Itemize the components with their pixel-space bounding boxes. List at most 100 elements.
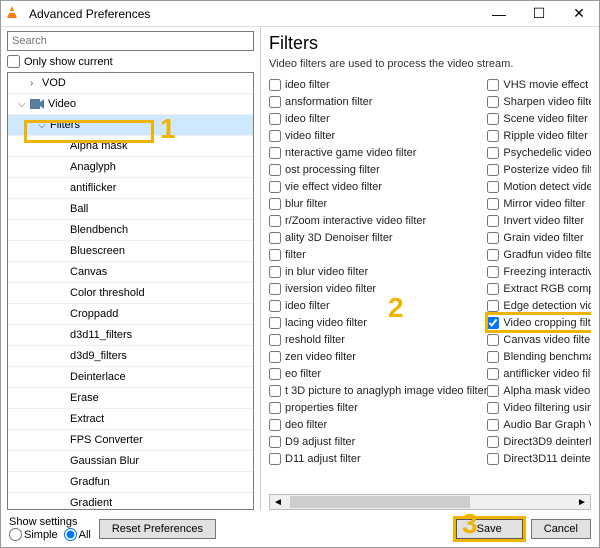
filter-checkbox-row[interactable]: blur filter [269,195,487,212]
filter-checkbox-row[interactable]: ideo filter [269,76,487,93]
filter-checkbox[interactable] [487,181,499,193]
filter-checkbox[interactable] [269,300,281,312]
tree-item-vod[interactable]: ›VOD [8,73,253,94]
filter-checkbox-row[interactable]: filter [269,246,487,263]
reset-preferences-button[interactable]: Reset Preferences [99,519,216,539]
filter-checkbox-row[interactable]: Gradfun video filter [487,246,591,263]
filter-checkbox[interactable] [487,300,499,312]
filter-checkbox[interactable] [269,232,281,244]
filter-checkbox-row[interactable]: antiflicker video filter [487,365,591,382]
tree-item-deinterlace[interactable]: Deinterlace [8,367,253,388]
filter-checkbox[interactable] [487,198,499,210]
filter-checkbox-row[interactable]: eo filter [269,365,487,382]
tree-item-croppadd[interactable]: Croppadd [8,304,253,325]
filter-checkbox-row[interactable]: lacing video filter [269,314,487,331]
filter-checkbox[interactable] [487,368,499,380]
filter-checkbox-row[interactable]: Video cropping filter [487,314,591,331]
only-show-current[interactable]: Only show current [7,55,254,68]
radio-simple[interactable]: Simple [9,528,58,541]
filter-checkbox-row[interactable]: Extract RGB component video filter [487,280,591,297]
tree-item-antiflicker[interactable]: antiflicker [8,178,253,199]
filter-checkbox[interactable] [269,164,281,176]
filter-checkbox[interactable] [487,402,499,414]
filter-checkbox[interactable] [269,402,281,414]
filter-checkbox-row[interactable]: Grain video filter [487,229,591,246]
search-input[interactable] [7,31,254,51]
filter-checkbox[interactable] [269,181,281,193]
scroll-left-arrow[interactable]: ◄ [270,495,286,509]
filter-checkbox-row[interactable]: Blending benchmark filter [487,348,591,365]
filter-checkbox[interactable] [269,436,281,448]
maximize-button[interactable]: ☐ [519,1,559,27]
filter-checkbox-row[interactable]: Audio Bar Graph Video sub source [487,416,591,433]
filter-checkbox-row[interactable]: ideo filter [269,110,487,127]
filter-checkbox-row[interactable]: iversion video filter [269,280,487,297]
filter-checkbox[interactable] [487,419,499,431]
tree-item-blendbench[interactable]: Blendbench [8,220,253,241]
filter-checkbox-row[interactable]: Alpha mask video filter [487,382,591,399]
filter-checkbox-row[interactable]: r/Zoom interactive video filter [269,212,487,229]
filter-checkbox[interactable] [269,419,281,431]
filter-checkbox-row[interactable]: VHS movie effect video filter [487,76,591,93]
tree-item-anaglyph[interactable]: Anaglyph [8,157,253,178]
filter-checkbox-row[interactable]: Sharpen video filter [487,93,591,110]
scroll-right-arrow[interactable]: ► [574,495,590,509]
tree-item-d3d9-filters[interactable]: d3d9_filters [8,346,253,367]
filter-checkbox[interactable] [487,79,499,91]
filter-checkbox-row[interactable]: Motion detect video filter [487,178,591,195]
filter-checkbox-row[interactable]: t 3D picture to anaglyph image video fil… [269,382,487,399]
filter-checkbox-row[interactable]: Posterize video filter [487,161,591,178]
scroll-thumb[interactable] [290,496,470,508]
filter-checkbox[interactable] [269,130,281,142]
tree-item-erase[interactable]: Erase [8,388,253,409]
tree-item-d3d11-filters[interactable]: d3d11_filters [8,325,253,346]
filter-checkbox[interactable] [487,249,499,261]
filter-checkbox-row[interactable]: Scene video filter [487,110,591,127]
tree-item-alpha-mask[interactable]: Alpha mask [8,136,253,157]
filter-checkbox[interactable] [269,368,281,380]
filter-checkbox-row[interactable]: ansformation filter [269,93,487,110]
tree-item-gaussian-blur[interactable]: Gaussian Blur [8,451,253,472]
tree-item-canvas[interactable]: Canvas [8,262,253,283]
close-button[interactable]: ✕ [559,1,599,27]
filter-checkbox[interactable] [487,436,499,448]
filter-checkbox-row[interactable]: Freezing interactive video filter [487,263,591,280]
tree-item-bluescreen[interactable]: Bluescreen [8,241,253,262]
filter-checkbox-row[interactable]: vie effect video filter [269,178,487,195]
filter-checkbox[interactable] [487,266,499,278]
filter-checkbox-row[interactable]: Mirror video filter [487,195,591,212]
filter-checkbox[interactable] [269,113,281,125]
filter-checkbox[interactable] [487,113,499,125]
only-show-current-checkbox[interactable] [7,55,20,68]
filter-checkbox[interactable] [269,453,281,465]
filter-checkbox[interactable] [269,215,281,227]
filter-checkbox[interactable] [487,164,499,176]
filter-checkbox-row[interactable]: deo filter [269,416,487,433]
filter-checkbox-row[interactable]: in blur video filter [269,263,487,280]
tree-arrow-icon[interactable]: › [30,78,42,89]
filter-checkbox-row[interactable]: Direct3D9 deinterlace filter [487,433,591,450]
filter-checkbox-row[interactable]: Video filtering using a chain of video f… [487,399,591,416]
filter-checkbox-row[interactable]: Invert video filter [487,212,591,229]
tree-arrow-icon[interactable]: ⌵ [18,99,30,110]
save-button[interactable]: Save [456,519,523,539]
radio-all[interactable]: All [64,528,91,541]
filter-checkbox-row[interactable]: D11 adjust filter [269,450,487,467]
tree-item-video[interactable]: ⌵Video [8,94,253,115]
filter-checkbox[interactable] [487,130,499,142]
filter-checkbox-row[interactable]: video filter [269,127,487,144]
settings-tree[interactable]: ›VOD⌵Video⌵FiltersAlpha maskAnaglyphanti… [7,72,254,510]
horizontal-scrollbar[interactable]: ◄ ► [269,494,591,510]
tree-item-ball[interactable]: Ball [8,199,253,220]
filter-checkbox-row[interactable]: Edge detection video filter [487,297,591,314]
tree-item-gradient[interactable]: Gradient [8,493,253,510]
filter-checkbox-row[interactable]: Ripple video filter [487,127,591,144]
cancel-button[interactable]: Cancel [531,519,591,539]
filter-checkbox-row[interactable]: ality 3D Denoiser filter [269,229,487,246]
tree-item-fps-converter[interactable]: FPS Converter [8,430,253,451]
filter-checkbox-row[interactable]: ost processing filter [269,161,487,178]
filter-checkbox-row[interactable]: ideo filter [269,297,487,314]
filter-checkbox-row[interactable]: Canvas video filter [487,331,591,348]
filter-checkbox[interactable] [487,317,499,329]
filter-checkbox[interactable] [269,317,281,329]
